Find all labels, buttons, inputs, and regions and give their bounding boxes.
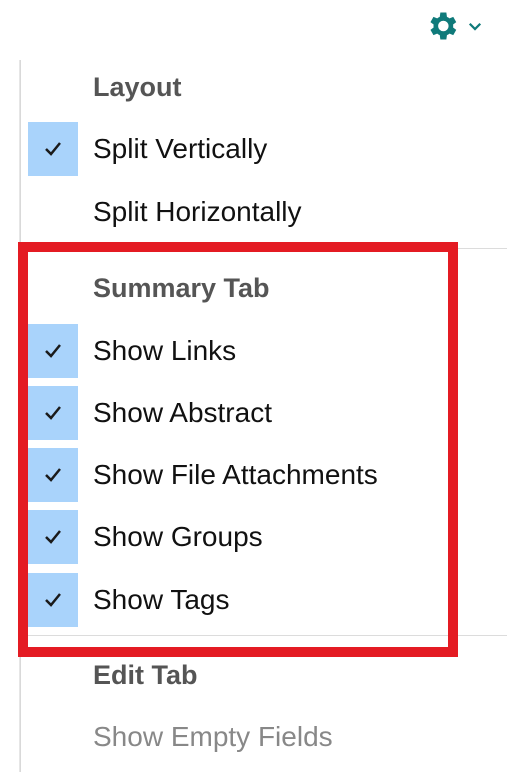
menu-item-show-abstract[interactable]: Show Abstract: [21, 386, 507, 440]
menu-item-show-empty-fields[interactable]: Show Empty Fields: [21, 710, 507, 764]
check-icon: [45, 142, 61, 156]
menu-item-label: Show Groups: [93, 521, 263, 552]
menu-item-label: Show Tags: [93, 584, 230, 615]
chevron-down-icon: [466, 17, 484, 40]
menu-item-label: Split Vertically: [93, 133, 268, 164]
settings-menu-button[interactable]: [424, 8, 504, 48]
checkmark-box: [28, 510, 78, 564]
gear-icon: [424, 8, 460, 49]
menu-divider: [21, 635, 507, 636]
check-icon: [45, 406, 61, 420]
settings-dropdown-menu: Layout Split Vertically Split Horizontal…: [20, 60, 507, 772]
menu-item-label: Show Empty Fields: [93, 721, 333, 752]
toolbar: [0, 0, 507, 60]
checkmark-box: [28, 573, 78, 627]
menu-item-show-links[interactable]: Show Links: [21, 324, 507, 378]
menu-item-label: Show Links: [93, 335, 237, 366]
menu-divider: [21, 248, 507, 249]
checkmark-box: [28, 122, 78, 176]
menu-item-split-vertically[interactable]: Split Vertically: [21, 122, 507, 176]
menu-item-label: Show Abstract: [93, 397, 272, 428]
menu-item-label: Show File Attachments: [93, 459, 378, 490]
summary-tab-section-header: Summary Tab: [93, 273, 270, 303]
checkmark-box: [28, 448, 78, 502]
menu-item-show-groups[interactable]: Show Groups: [21, 510, 507, 564]
menu-item-split-horizontally[interactable]: Split Horizontally: [21, 185, 507, 239]
layout-section-header: Layout: [93, 72, 182, 102]
checkmark-box: [28, 386, 78, 440]
menu-item-show-file-attachments[interactable]: Show File Attachments: [21, 448, 507, 502]
menu-item-show-tags[interactable]: Show Tags: [21, 573, 507, 627]
checkmark-box: [28, 324, 78, 378]
check-icon: [45, 468, 61, 482]
check-icon: [45, 344, 61, 358]
check-icon: [45, 530, 61, 544]
edit-tab-section-header: Edit Tab: [93, 660, 198, 690]
menu-item-label: Split Horizontally: [93, 196, 302, 227]
check-icon: [45, 593, 61, 607]
